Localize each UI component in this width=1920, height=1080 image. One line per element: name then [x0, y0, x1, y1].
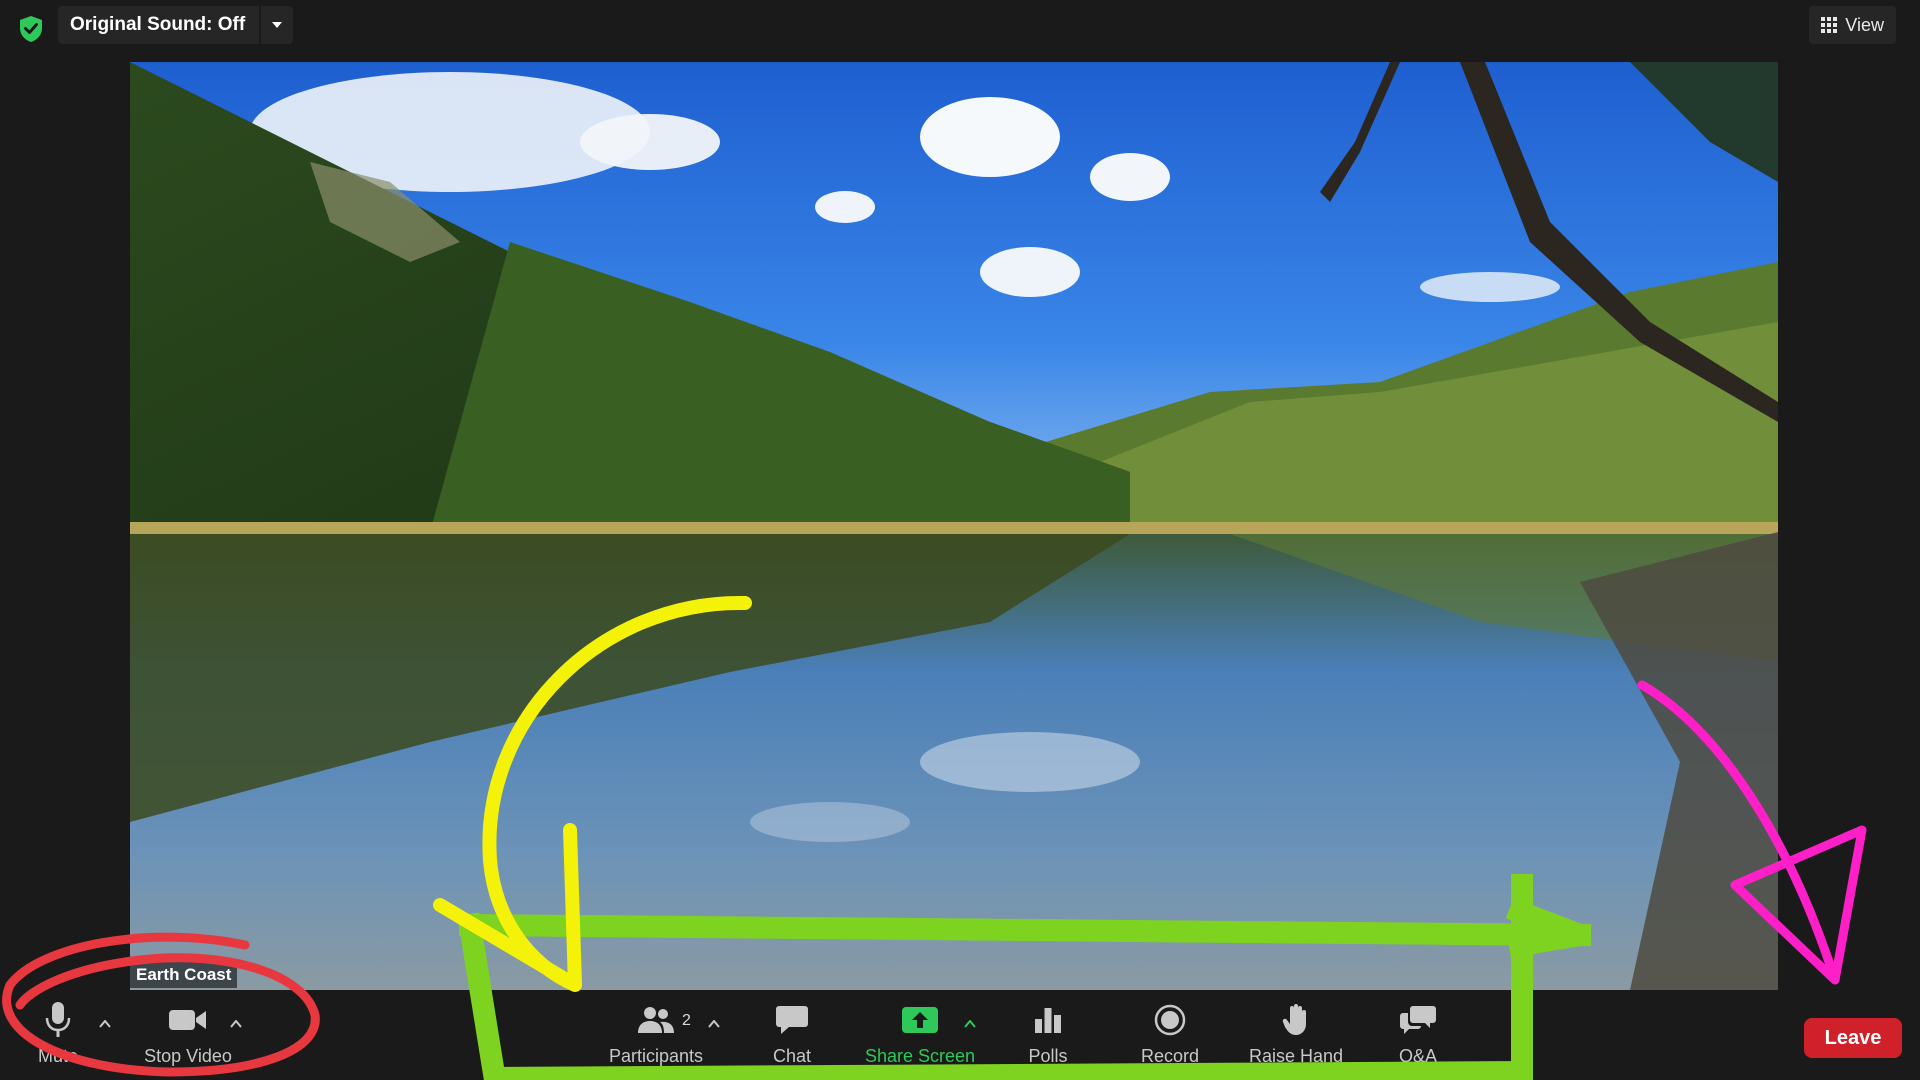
share-screen-icon — [902, 1007, 938, 1033]
audio-options-caret[interactable] — [95, 1014, 115, 1034]
original-sound-button[interactable]: Original Sound: Off — [58, 6, 260, 44]
participants-options-caret[interactable] — [704, 1014, 724, 1034]
stop-video-button[interactable]: Stop Video — [136, 998, 240, 1076]
original-sound-dropdown[interactable] — [261, 6, 294, 44]
view-button[interactable]: View — [1809, 6, 1896, 44]
shield-check-icon[interactable] — [14, 12, 48, 46]
bar-chart-icon — [1035, 1008, 1061, 1033]
video-feed — [130, 62, 1778, 990]
landscape-video-image — [130, 62, 1778, 990]
caret-up-icon — [964, 1020, 976, 1028]
video-options-caret[interactable] — [226, 1014, 246, 1034]
participant-name-tag: Earth Coast — [130, 962, 238, 988]
share-screen-button[interactable]: Share Screen — [862, 998, 978, 1076]
qa-bubbles-icon — [1400, 1006, 1436, 1034]
view-label: View — [1845, 14, 1884, 35]
stop-video-label: Stop Video — [144, 1046, 232, 1066]
raise-hand-label: Raise Hand — [1248, 1046, 1344, 1066]
qa-button[interactable]: Q&A — [1388, 998, 1448, 1076]
participants-icon — [638, 1007, 674, 1033]
top-bar: Original Sound: Off View — [0, 0, 1920, 62]
raise-hand-button[interactable]: Raise Hand — [1246, 998, 1346, 1076]
caret-up-icon — [708, 1020, 720, 1028]
polls-label: Polls — [1028, 1046, 1068, 1066]
chat-bubble-icon — [776, 1006, 808, 1034]
raise-hand-icon — [1282, 1004, 1306, 1035]
mute-label: Mute — [37, 1046, 79, 1066]
mute-button[interactable]: Mute — [30, 998, 86, 1076]
chat-button[interactable]: Chat — [760, 998, 824, 1076]
participants-label: Participants — [608, 1046, 704, 1066]
original-sound-control: Original Sound: Off — [58, 6, 294, 44]
record-icon — [1154, 1004, 1186, 1036]
qa-label: Q&A — [1398, 1046, 1437, 1066]
video-camera-icon — [169, 1010, 206, 1030]
caret-up-icon — [230, 1020, 242, 1028]
share-screen-label: Share Screen — [864, 1046, 976, 1066]
chat-label: Chat — [772, 1046, 812, 1066]
caret-down-icon — [272, 22, 283, 28]
meeting-toolbar: Mute Stop Video Participants 2 Chat Shar… — [0, 992, 1920, 1080]
caret-up-icon — [99, 1020, 111, 1028]
polls-button[interactable]: Polls — [1000, 998, 1096, 1076]
grid-icon — [1821, 17, 1838, 33]
record-button[interactable]: Record — [1130, 998, 1210, 1076]
microphone-icon — [45, 1002, 71, 1037]
leave-button[interactable]: Leave — [1804, 1018, 1902, 1058]
share-options-caret[interactable] — [960, 1014, 980, 1034]
record-label: Record — [1140, 1046, 1200, 1066]
participants-button[interactable]: Participants — [604, 998, 708, 1076]
participants-count: 2 — [682, 1012, 691, 1029]
